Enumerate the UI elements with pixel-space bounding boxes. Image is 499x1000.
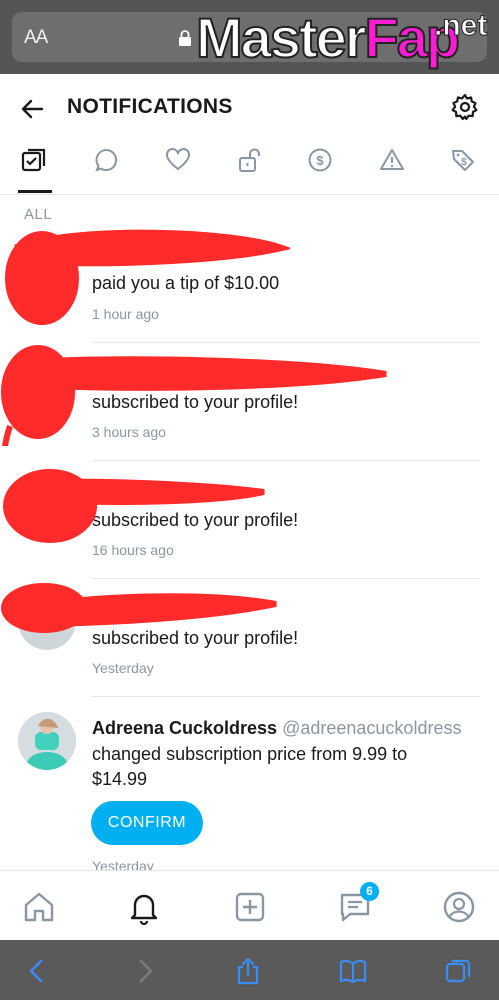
divider <box>92 342 480 343</box>
confirm-button[interactable]: CONFIRM <box>91 801 203 845</box>
page-title: NOTIFICATIONS <box>67 95 233 118</box>
page-header: NOTIFICATIONS <box>0 74 499 140</box>
heart-icon <box>166 148 190 171</box>
sender-handle[interactable]: @adreenacuckoldress <box>282 718 461 738</box>
tab-likes[interactable] <box>164 146 198 180</box>
avatar[interactable] <box>18 712 76 770</box>
browser-toolbar <box>0 940 499 1000</box>
browser-address-bar: AA MasterFap .net <box>0 0 499 74</box>
share-icon[interactable] <box>233 956 263 986</box>
tab-promotions[interactable]: $ <box>449 146 483 180</box>
notification-header: Adreena Cuckoldress @adreenacuckoldress <box>92 716 461 741</box>
notification-message: subscribed to your profile! <box>92 628 299 648</box>
bell-icon[interactable] <box>126 889 162 925</box>
tab-tips[interactable]: $ <box>306 146 340 180</box>
tabs-icon[interactable] <box>443 956 473 986</box>
warning-icon <box>380 149 404 170</box>
home-icon[interactable] <box>21 889 57 925</box>
avatar[interactable] <box>18 244 76 302</box>
avatar[interactable] <box>18 360 76 418</box>
tab-all[interactable] <box>20 146 54 180</box>
divider <box>92 460 480 461</box>
avatar[interactable] <box>18 592 76 650</box>
watermark: MasterFap .net <box>195 6 488 69</box>
price-tag-icon: $ <box>452 150 474 171</box>
lock-icon <box>179 30 191 46</box>
text-size-button[interactable]: AA <box>24 27 48 49</box>
profile-icon[interactable] <box>441 889 477 925</box>
browser-forward-icon[interactable] <box>130 956 160 986</box>
comment-icon <box>95 148 118 172</box>
notification-time: 3 hours ago <box>92 424 166 440</box>
avatar[interactable] <box>18 476 76 534</box>
unlock-icon <box>239 148 260 172</box>
tab-subscriptions[interactable] <box>236 146 270 180</box>
notification-time: Yesterday <box>92 660 154 676</box>
back-arrow-icon[interactable] <box>18 94 48 124</box>
browser-back-icon[interactable] <box>22 956 52 986</box>
gear-icon[interactable] <box>450 92 480 122</box>
section-label: ALL <box>24 206 53 223</box>
checklist-icon <box>21 148 46 172</box>
tab-warnings[interactable] <box>378 146 412 180</box>
notification-time: 16 hours ago <box>92 542 174 558</box>
svg-text:$: $ <box>316 153 324 168</box>
add-post-icon[interactable] <box>232 889 268 925</box>
notification-message: paid you a tip of $10.00 <box>92 273 280 293</box>
tab-comments[interactable] <box>92 146 126 180</box>
sender-name[interactable]: Adreena Cuckoldress <box>92 718 277 738</box>
bottom-navigation <box>0 870 499 941</box>
messages-badge: 6 <box>360 882 379 901</box>
notification-message: subscribed to your profile! <box>92 510 299 530</box>
divider <box>92 696 480 697</box>
notification-time: 1 hour ago <box>92 306 159 322</box>
active-tab-indicator <box>18 190 52 193</box>
notification-message-line2: $14.99 <box>92 769 148 789</box>
notification-message: subscribed to your profile! <box>92 392 299 412</box>
notification-message: changed subscription price from 9.99 to <box>92 744 408 764</box>
dollar-icon: $ <box>308 148 332 172</box>
bookmarks-icon[interactable] <box>338 956 368 986</box>
divider <box>92 578 480 579</box>
notification-filter-tabs: $ $ <box>0 140 499 195</box>
svg-text:$: $ <box>461 157 467 168</box>
